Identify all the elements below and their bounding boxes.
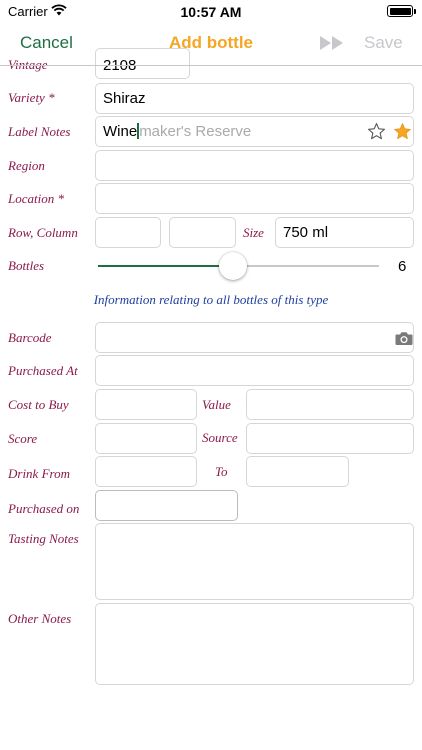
location-field[interactable] [95,183,414,214]
slider-track-filled[interactable] [98,265,233,267]
to-label: To [215,464,228,479]
cost-to-buy-field[interactable] [95,389,197,420]
bottles-count: 6 [398,258,407,275]
value-field[interactable] [246,389,414,420]
battery-tip [414,9,416,14]
row-field[interactable] [95,217,161,248]
bottles-slider-thumb[interactable] [218,252,247,280]
size-value: 750 ml [283,224,329,241]
score-field[interactable] [95,423,197,454]
slider-track-empty[interactable] [232,265,379,267]
value-label: Value [202,397,231,412]
column-field[interactable] [169,217,236,248]
label-notes-suggestion: maker's Reserve [139,123,252,140]
variety-field[interactable]: Shiraz [95,83,414,114]
tasting-notes-label: Tasting Notes [8,531,79,546]
star-filled-icon[interactable] [393,122,412,141]
nav-bar [0,20,422,65]
size-field[interactable]: 750 ml [275,217,414,248]
region-field[interactable] [95,150,414,181]
tasting-notes-textarea[interactable] [95,523,414,600]
status-time: 10:57 AM [180,4,242,20]
bottles-label: Bottles [8,258,45,273]
camera-icon[interactable] [395,331,413,346]
label-notes-label: Label Notes [8,124,71,139]
drink-from-field[interactable] [95,456,197,487]
cost-to-buy-label: Cost to Buy [8,397,69,412]
location-label: Location * [8,191,64,206]
info-text: Information relating to all bottles of t… [93,292,329,307]
battery-icon [387,5,413,17]
size-label: Size [243,225,264,240]
purchased-at-label: Purchased At [8,363,78,378]
variety-value: Shiraz [103,90,146,107]
purchased-on-field[interactable] [95,490,238,521]
drink-from-label: Drink From [8,466,70,481]
other-notes-textarea[interactable] [95,603,414,685]
variety-label: Variety * [8,90,55,105]
star-outline-icon[interactable] [367,122,386,141]
row-column-label: Row, Column [8,225,78,240]
label-notes-value: Wine [103,123,138,140]
barcode-field[interactable] [95,322,414,353]
source-field[interactable] [246,423,414,454]
barcode-label: Barcode [8,330,52,345]
purchased-at-field[interactable] [95,355,414,386]
nav-divider [0,65,422,66]
source-label: Source [202,430,238,445]
to-field[interactable] [246,456,349,487]
other-notes-label: Other Notes [8,611,72,626]
score-label: Score [8,431,38,446]
region-label: Region [8,158,45,173]
purchased-on-label: Purchased on [8,501,80,516]
